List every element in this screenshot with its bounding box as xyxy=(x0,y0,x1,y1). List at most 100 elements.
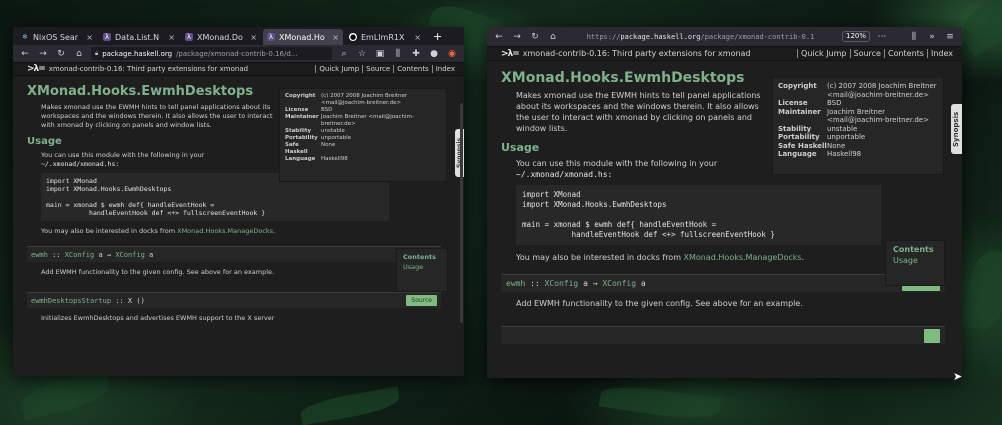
bookmark-star-icon[interactable]: ☆ xyxy=(356,49,368,59)
tab-label: Data.List.N xyxy=(115,32,160,42)
close-icon[interactable]: × xyxy=(168,33,175,42)
lock-icon: 🔒︎ xyxy=(95,49,99,57)
decl-sig-part: a xyxy=(636,279,646,288)
meta-row: Portability unportable xyxy=(285,135,441,142)
package-title: xmonad-contrib-0.16: Third party extensi… xyxy=(48,65,249,73)
meta-row: Stability unstable xyxy=(778,125,938,134)
search-icon[interactable]: ⌕ xyxy=(338,49,350,59)
usage-intro-text: You can use this module with the followi… xyxy=(516,159,718,168)
link-source[interactable]: Source xyxy=(362,65,393,73)
nav-bar: ← → ↻ ⌂ https://package.haskell.org/pack… xyxy=(487,27,962,47)
link-managedocks[interactable]: XMonad.Hooks.ManageDocks xyxy=(177,227,273,235)
menu-icon[interactable]: ≡ xyxy=(944,32,956,42)
link-managedocks[interactable]: XMonad.Hooks.ManageDocks xyxy=(684,253,802,262)
meta-row: Language Haskell98 xyxy=(285,156,441,163)
module-content: XMonad.Hooks.EwmhDesktops Makes xmonad u… xyxy=(13,84,464,322)
tab-label: XMonad.Do xyxy=(197,32,243,42)
tab-xmonad-hooks[interactable]: λ XMonad.Ho × xyxy=(263,29,343,45)
meta-row: Copyright (c) 2007 2008 Joachim Breitner … xyxy=(778,82,938,99)
decl-type-link[interactable]: XConfig xyxy=(115,251,145,259)
contents-link-usage[interactable]: Usage xyxy=(403,263,441,271)
tab-xmonad-doc[interactable]: λ XMonad.Do × xyxy=(181,29,261,45)
more-actions-icon[interactable]: ··· xyxy=(876,32,888,42)
haskell-icon: λ xyxy=(267,33,275,41)
decl-type-link[interactable]: XConfig xyxy=(602,279,636,288)
scrollbar[interactable] xyxy=(460,103,463,323)
haskell-icon: λ xyxy=(103,33,111,41)
decl-description: Add EWMH functionality to the given conf… xyxy=(41,268,275,276)
link-source[interactable]: Source xyxy=(849,49,884,58)
meta-row: License BSD xyxy=(285,107,441,114)
close-icon[interactable]: × xyxy=(250,33,257,42)
meta-key: License xyxy=(285,107,309,113)
forward-icon[interactable]: → xyxy=(37,49,49,59)
source-button[interactable]: . xyxy=(923,328,940,343)
tab-github[interactable]: ● EmLlmR1X × xyxy=(345,29,425,45)
wallpaper-leaf xyxy=(598,381,722,424)
link-contents[interactable]: Contents xyxy=(393,65,432,73)
close-icon[interactable]: × xyxy=(414,33,421,42)
new-tab-button[interactable]: + xyxy=(427,29,448,45)
url-bar[interactable]: 🔒︎ package.haskell.org/package/xmonad-co… xyxy=(91,47,332,60)
page-content: >λ= xmonad-contrib-0.16: Third party ext… xyxy=(487,47,962,378)
forward-icon[interactable]: → xyxy=(511,32,523,42)
contents-link-usage[interactable]: Usage xyxy=(893,256,937,265)
synopsis-toggle[interactable]: Synopsis xyxy=(951,104,962,154)
source-button[interactable]: Source xyxy=(406,295,437,306)
decl-description: Add EWMH functionality to the given conf… xyxy=(516,299,803,308)
decl-function-name[interactable]: ewmhDesktopsStartup xyxy=(31,297,111,305)
meta-value: Haskell98 xyxy=(321,156,348,162)
module-info-table: Copyright (c) 2007 2008 Joachim Breitner … xyxy=(772,77,944,175)
back-icon[interactable]: ← xyxy=(493,32,505,42)
reload-icon[interactable]: ↻ xyxy=(529,32,541,42)
decl-function-name[interactable]: ewmh xyxy=(506,279,525,288)
tab-label: XMonad.Ho xyxy=(279,32,325,42)
link-contents[interactable]: Contents xyxy=(883,49,927,58)
link-index[interactable]: Index xyxy=(926,49,956,58)
meta-value: unstable xyxy=(827,124,858,133)
see-also: You may also be interested in docks from… xyxy=(516,252,936,263)
usage-path: ~/.xmonad/xmonad.hs: xyxy=(516,170,613,179)
link-index[interactable]: Index xyxy=(431,65,458,73)
extension-icon[interactable]: ▣ xyxy=(374,49,386,59)
nixos-icon: ❄ xyxy=(22,33,28,41)
tab-data-list[interactable]: λ Data.List.N × xyxy=(99,29,179,45)
decl-function-name[interactable]: ewmh xyxy=(31,251,48,259)
library-icon[interactable]: ⫼ xyxy=(908,32,920,42)
see-also-docks: docks xyxy=(139,227,158,235)
meta-value: BSD xyxy=(827,99,842,107)
see-also: You may also be interested in docks from… xyxy=(41,227,441,236)
link-quick-jump[interactable]: Quick Jump xyxy=(315,65,362,73)
link-quick-jump[interactable]: Quick Jump xyxy=(797,49,849,58)
home-icon[interactable]: ⌂ xyxy=(547,32,559,42)
menu-icon[interactable]: ◉ xyxy=(446,49,458,59)
see-also-text: You may also be interested in xyxy=(41,227,140,235)
usage-intro: You can use this module with the followi… xyxy=(41,151,281,169)
see-also-docks: docks xyxy=(636,253,660,262)
see-also-text: . xyxy=(801,253,805,262)
decl-type-link[interactable]: XConfig xyxy=(65,251,95,259)
meta-value: Haskell98 xyxy=(827,150,862,158)
header-links: Quick Jump Source Contents Index xyxy=(315,65,458,73)
close-icon[interactable]: × xyxy=(332,33,339,42)
decl-sig-part: :: X () xyxy=(111,296,145,305)
decl-type-link[interactable]: XConfig xyxy=(545,279,579,288)
overflow-icon[interactable]: » xyxy=(926,32,938,42)
zoom-level[interactable]: 120% xyxy=(841,31,870,42)
tab-nixos-search[interactable]: ❄ NixOS Sear × xyxy=(17,29,97,45)
home-icon[interactable]: ⌂ xyxy=(73,49,85,59)
module-description: Makes xmonad use the EWMH hints to tell … xyxy=(516,91,761,133)
back-icon[interactable]: ← xyxy=(19,49,31,59)
decl-description: Initializes EwmhDesktops and advertises … xyxy=(41,314,275,322)
module-info-table: Copyright (c) 2007 2008 Joachim Breitner … xyxy=(279,88,447,182)
profile-icon[interactable]: ● xyxy=(428,49,440,59)
meta-row: Portability unportable xyxy=(778,133,938,142)
puzzle-icon[interactable]: ✚ xyxy=(410,49,422,59)
library-icon[interactable]: ⫼ xyxy=(392,49,404,59)
meta-key: Portability xyxy=(778,133,820,141)
meta-row: Safe Haskell None xyxy=(778,142,938,151)
url-bar[interactable]: https://package.haskell.org/package/xmon… xyxy=(565,31,836,43)
reload-icon[interactable]: ↻ xyxy=(55,49,67,59)
close-icon[interactable]: × xyxy=(86,33,93,42)
contents-heading: Contents xyxy=(403,253,436,261)
